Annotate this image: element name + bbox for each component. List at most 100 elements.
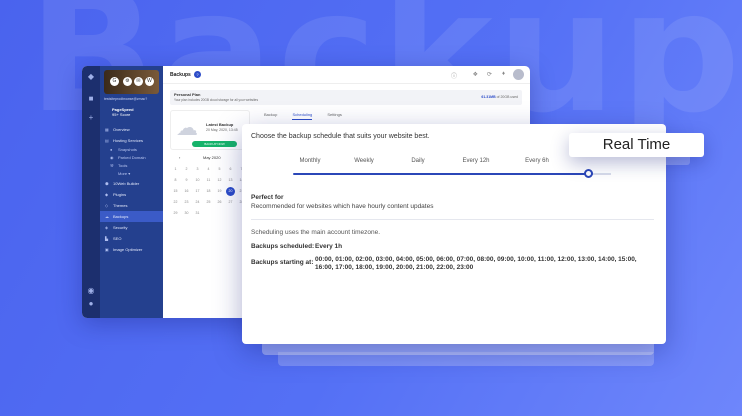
frequency-daily[interactable]: Daily [411,158,424,164]
extensions-icon[interactable]: ❖ [473,71,478,78]
calendar-day[interactable]: 5 [214,165,225,174]
calendar-day[interactable]: 24 [192,198,203,207]
calendar-day[interactable]: 16 [181,187,192,196]
calendar-day[interactable]: 12 [214,176,225,185]
chart-icon: ▙ [105,236,109,241]
realtime-option[interactable]: Real Time [569,133,704,157]
calendar-day[interactable]: 23 [181,198,192,207]
frequency-monthly[interactable]: Monthly [299,158,320,164]
calendar-day[interactable]: 29 [170,209,181,218]
help-icon[interactable]: ? [194,71,201,78]
sidebar-item-label: Parked Domain [118,155,146,160]
frequency-every-6h[interactable]: Every 6h [525,158,549,164]
calendar-day[interactable]: 1 [170,165,181,174]
info-icon[interactable]: ⓘ [451,71,457,80]
site-domain[interactable]: testsiteprodbrowse@zmac? [104,97,162,101]
logo-icon[interactable]: ◆ [82,72,100,81]
settings-icon[interactable]: ⚙ [123,77,132,86]
refresh-icon[interactable]: ⟳ [487,71,492,78]
avatar[interactable] [513,69,524,80]
sidebar-item-security[interactable]: ◈ Security [100,222,163,233]
team-icon[interactable]: ● [82,299,100,308]
site-icon-1[interactable]: G [110,77,119,86]
sidebar-item-plugins[interactable]: ◆ Plugins [100,189,163,200]
sidebar-item-snapshots[interactable]: ● Snapshots [100,146,163,154]
bell-icon[interactable]: ♦ [502,71,505,77]
app-header: Backups ? ⓘ ❖ ⟳ ♦ [163,66,530,84]
sidebar-item-label: Plugins [113,192,127,197]
sidebar-item-image-optimizer[interactable]: ▣ Image Optimizer [100,244,163,255]
sidebar-item-label: Security [113,225,128,230]
schedule-intro: Choose the backup schedule that suits yo… [251,133,430,140]
calendar-day[interactable]: 26 [214,198,225,207]
frequency-weekly[interactable]: Weekly [354,158,374,164]
backups-scheduled-value: Every 1h [315,243,343,250]
grid-icon: ▦ [105,127,109,132]
mail-icon[interactable]: ✉ [134,77,143,86]
backup-now-button[interactable]: BACKUP NOW [192,141,237,147]
page-title: Backups [170,72,191,78]
sidebar-item-label: Snapshots [118,147,137,152]
sidebar-item-seo[interactable]: ▙ SEO [100,233,163,244]
calendar-day[interactable]: 22 [170,198,181,207]
tab-backup[interactable]: Backup [264,112,277,119]
image-icon: ▣ [105,247,109,252]
backup-tabs: Backup Scheduling Settings [264,112,356,120]
calendar-day[interactable]: 6 [225,165,236,174]
backups-starting-label: Backups starting at: [251,259,314,266]
backups-scheduled-label: Backups scheduled: [251,243,315,250]
icon-rail: ◆ ■ + ◉ ● [82,66,100,318]
calendar-day[interactable]: 27 [225,198,236,207]
calendar-prev-icon[interactable]: ‹ [179,154,180,162]
calendar-day[interactable]: 4 [203,165,214,174]
recommendation-text: Recommended for websites which have hour… [251,203,434,210]
plan-banner: Personal Plan Your plan includes 20GB cl… [170,90,522,105]
tab-scheduling[interactable]: Scheduling [292,112,313,120]
plan-name: Personal Plan [174,92,201,97]
frequency-every-12h[interactable]: Every 12h [462,158,489,164]
frequency-slider-track[interactable] [293,173,593,175]
sidebar-item-themes[interactable]: ◇ Themes [100,200,163,211]
calendar-day[interactable]: 25 [203,198,214,207]
add-icon[interactable]: + [82,113,100,122]
calendar-day[interactable]: 3 [192,165,203,174]
frequency-slider-rest[interactable] [593,173,611,175]
cloud-icon: ☁ [105,214,109,219]
sidebar-item-parked-domain[interactable]: ◉ Parked Domain [100,154,163,162]
tab-settings[interactable]: Settings [327,112,341,119]
server-icon: ▤ [105,138,109,143]
sidebar-item-hosting-services[interactable]: ▤ Hosting Services [100,135,163,146]
folder-icon[interactable]: ■ [82,94,100,103]
card-stack-shadow-front [262,343,654,355]
sidebar: G ⚙ ✉ W testsiteprodbrowse@zmac? PageSpe… [100,66,163,318]
calendar-day[interactable]: 13 [225,176,236,185]
chat-icon[interactable]: ◉ [82,286,100,295]
pagespeed-score: 95+ Score [112,112,131,117]
sidebar-item-10web-builder[interactable]: ⬢ 10Web Builder [100,178,163,189]
calendar-day[interactable]: 11 [203,176,214,185]
plug-icon: ◆ [105,192,109,197]
calendar-day[interactable]: 8 [170,176,181,185]
calendar-day[interactable]: 30 [181,209,192,218]
calendar-day[interactable]: 17 [192,187,203,196]
sidebar-item-overview[interactable]: ▦ Overview [100,124,163,135]
frequency-slider-handle[interactable] [584,169,593,178]
sidebar-item-backups[interactable]: ☁ Backups [100,211,163,222]
wordpress-icon[interactable]: W [145,77,154,86]
calendar-day[interactable]: 10 [192,176,203,185]
calendar-day[interactable]: 9 [181,176,192,185]
calendar-day[interactable]: 18 [203,187,214,196]
site-thumbnail[interactable]: G ⚙ ✉ W [104,70,159,94]
calendar-day[interactable]: 2 [181,165,192,174]
sidebar-item-label: Tools [118,163,128,168]
calendar-day[interactable]: 15 [170,187,181,196]
calendar-day[interactable]: 31 [192,209,203,218]
sidebar-item-more[interactable]: More ▾ [100,170,163,178]
pagespeed-badge: PageSpeed 95+ Score [112,107,134,117]
storage-used: 61.31MB [481,95,496,99]
sidebar-item-tools[interactable]: ⚒ Tools [100,162,163,170]
calendar-day[interactable]: 19 [214,187,225,196]
sidebar-item-label: Themes [113,203,128,208]
calendar-day[interactable]: 20 [226,187,235,196]
sidebar-item-label: Backups [113,214,129,219]
